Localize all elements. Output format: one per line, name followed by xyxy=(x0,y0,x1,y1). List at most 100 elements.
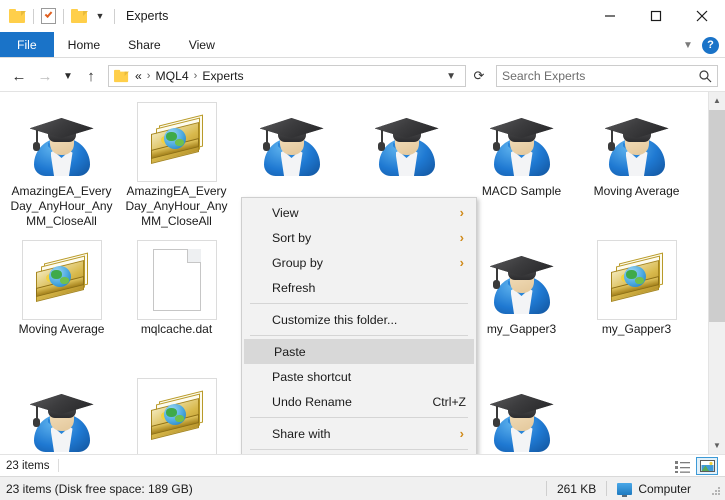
help-button[interactable]: ? xyxy=(702,36,719,54)
address-bar[interactable]: « › MQL4 › Experts ▼ xyxy=(108,65,466,87)
file-item[interactable] xyxy=(464,374,579,454)
divider xyxy=(58,459,60,472)
file-label: my_Gapper3 xyxy=(601,322,672,336)
view-toggle-group xyxy=(671,457,718,475)
menu-item-customize-this-folder[interactable]: Customize this folder... xyxy=(242,307,476,332)
menu-item-svn-checkout[interactable]: SVN Checkout... xyxy=(242,453,476,454)
breadcrumb-overflow[interactable]: « xyxy=(135,69,142,83)
book-globe-icon xyxy=(607,252,667,308)
file-item[interactable]: AmazingEA_EveryDay_AnyHour_AnyMM_CloseAl… xyxy=(119,98,234,236)
divider xyxy=(114,8,115,24)
file-icon xyxy=(21,240,102,320)
file-icon xyxy=(22,378,102,454)
tab-share[interactable]: Share xyxy=(114,32,175,57)
menu-item-shortcut: Ctrl+Z xyxy=(432,394,466,409)
recent-locations-button[interactable]: ▼ xyxy=(59,64,77,88)
file-label: AmazingEA_EveryDay_AnyHour_AnyMM_CloseAl… xyxy=(125,184,228,228)
large-icons-icon[interactable] xyxy=(696,457,718,475)
file-item[interactable]: my_Gapper3 xyxy=(579,236,694,374)
breadcrumb-experts[interactable]: Experts xyxy=(202,69,243,83)
scrollbar-thumb[interactable] xyxy=(709,110,725,322)
tab-home[interactable]: Home xyxy=(54,32,115,57)
back-button[interactable]: ← xyxy=(7,64,31,88)
menu-item-undo-rename[interactable]: Undo Rename Ctrl+Z xyxy=(242,389,476,414)
graduate-icon xyxy=(256,106,328,178)
tab-file[interactable]: File xyxy=(0,32,54,57)
search-icon xyxy=(699,69,712,82)
menu-item-group-by[interactable]: Group by › xyxy=(242,250,476,275)
menu-item-view[interactable]: View › xyxy=(242,200,476,225)
new-folder-icon[interactable] xyxy=(71,9,88,23)
file-icon xyxy=(252,102,332,182)
file-item[interactable]: Moving Average xyxy=(4,236,119,374)
menu-item-label: Customize this folder... xyxy=(272,312,398,327)
file-label: my_Gapper3 xyxy=(486,322,557,336)
menu-item-sort-by[interactable]: Sort by › xyxy=(242,225,476,250)
context-menu[interactable]: View › Sort by › Group by › Refresh Customize t… xyxy=(241,197,477,454)
properties-icon[interactable] xyxy=(41,8,56,24)
file-item[interactable]: AmazingEA_EveryDay_AnyHour_AnyMM_CloseAl… xyxy=(4,98,119,236)
file-list-area[interactable]: AmazingEA_EveryDay_AnyHour_AnyMM_CloseAl… xyxy=(0,91,725,454)
menu-item-label: Group by xyxy=(272,255,323,270)
minimize-button[interactable] xyxy=(587,0,633,32)
graduate-icon xyxy=(371,106,443,178)
tab-view[interactable]: View xyxy=(175,32,229,57)
customize-quick-access-icon[interactable]: ▼ xyxy=(93,11,107,21)
breadcrumb-separator: › xyxy=(193,70,198,82)
up-button[interactable]: ↑ xyxy=(79,64,103,88)
total-size-label: 261 KB xyxy=(556,481,597,496)
file-label: Moving Average xyxy=(593,184,680,198)
search-box[interactable] xyxy=(496,65,718,87)
menu-separator xyxy=(250,449,468,450)
file-label: Moving Average xyxy=(18,322,105,336)
search-input[interactable] xyxy=(502,69,699,83)
forward-button[interactable]: → xyxy=(33,64,57,88)
refresh-button[interactable]: ⟳ xyxy=(468,65,490,87)
ribbon-tabs: File Home Share View ▼ ? xyxy=(0,32,725,58)
maximize-button[interactable] xyxy=(633,0,679,32)
menu-separator xyxy=(250,335,468,336)
item-count-label: 23 items xyxy=(6,459,50,472)
file-item[interactable] xyxy=(119,374,234,454)
file-icon xyxy=(482,378,562,454)
file-item[interactable] xyxy=(4,374,119,454)
file-item[interactable]: my_Gapper3 xyxy=(464,236,579,374)
menu-item-label: Refresh xyxy=(272,280,316,295)
book-globe-icon xyxy=(147,390,207,446)
graduate-icon xyxy=(486,382,558,454)
computer-icon xyxy=(617,482,633,497)
graduate-icon xyxy=(26,106,98,178)
graduate-icon xyxy=(26,382,98,454)
menu-item-label: Undo Rename xyxy=(272,394,352,409)
menu-item-share-with[interactable]: Share with › xyxy=(242,421,476,446)
graduate-icon xyxy=(486,244,558,316)
menu-item-refresh[interactable]: Refresh xyxy=(242,275,476,300)
scroll-down-icon[interactable]: ▼ xyxy=(709,437,725,454)
menu-separator xyxy=(250,417,468,418)
file-icon xyxy=(482,240,562,320)
close-button[interactable] xyxy=(679,0,725,32)
chevron-right-icon: › xyxy=(459,255,464,270)
chevron-down-icon[interactable]: ▼ xyxy=(681,40,695,51)
menu-item-paste-shortcut[interactable]: Paste shortcut xyxy=(242,364,476,389)
scroll-up-icon[interactable]: ▲ xyxy=(709,92,725,109)
menu-item-paste[interactable]: Paste xyxy=(244,339,474,364)
location-label: Computer xyxy=(638,481,691,496)
file-label: AmazingEA_EveryDay_AnyHour_AnyMM_CloseAl… xyxy=(10,184,113,228)
file-item[interactable]: mqlcache.dat xyxy=(119,236,234,374)
file-item[interactable]: Moving Average xyxy=(579,98,694,236)
address-dropdown-icon[interactable]: ▼ xyxy=(441,71,461,82)
vertical-scrollbar[interactable]: ▲ ▼ xyxy=(708,92,725,454)
file-item[interactable]: MACD Sample xyxy=(464,98,579,236)
folder-icon[interactable] xyxy=(9,9,26,23)
status-bar: 23 items xyxy=(0,454,725,476)
chevron-right-icon: › xyxy=(459,205,464,220)
window-controls xyxy=(587,0,725,32)
divider xyxy=(33,8,34,24)
book-globe-icon xyxy=(32,252,92,308)
breadcrumb-mql4[interactable]: MQL4 xyxy=(155,69,188,83)
file-icon xyxy=(482,102,562,182)
details-view-icon[interactable] xyxy=(671,457,693,475)
menu-item-label: Sort by xyxy=(272,230,312,245)
resize-grip[interactable] xyxy=(712,487,722,497)
